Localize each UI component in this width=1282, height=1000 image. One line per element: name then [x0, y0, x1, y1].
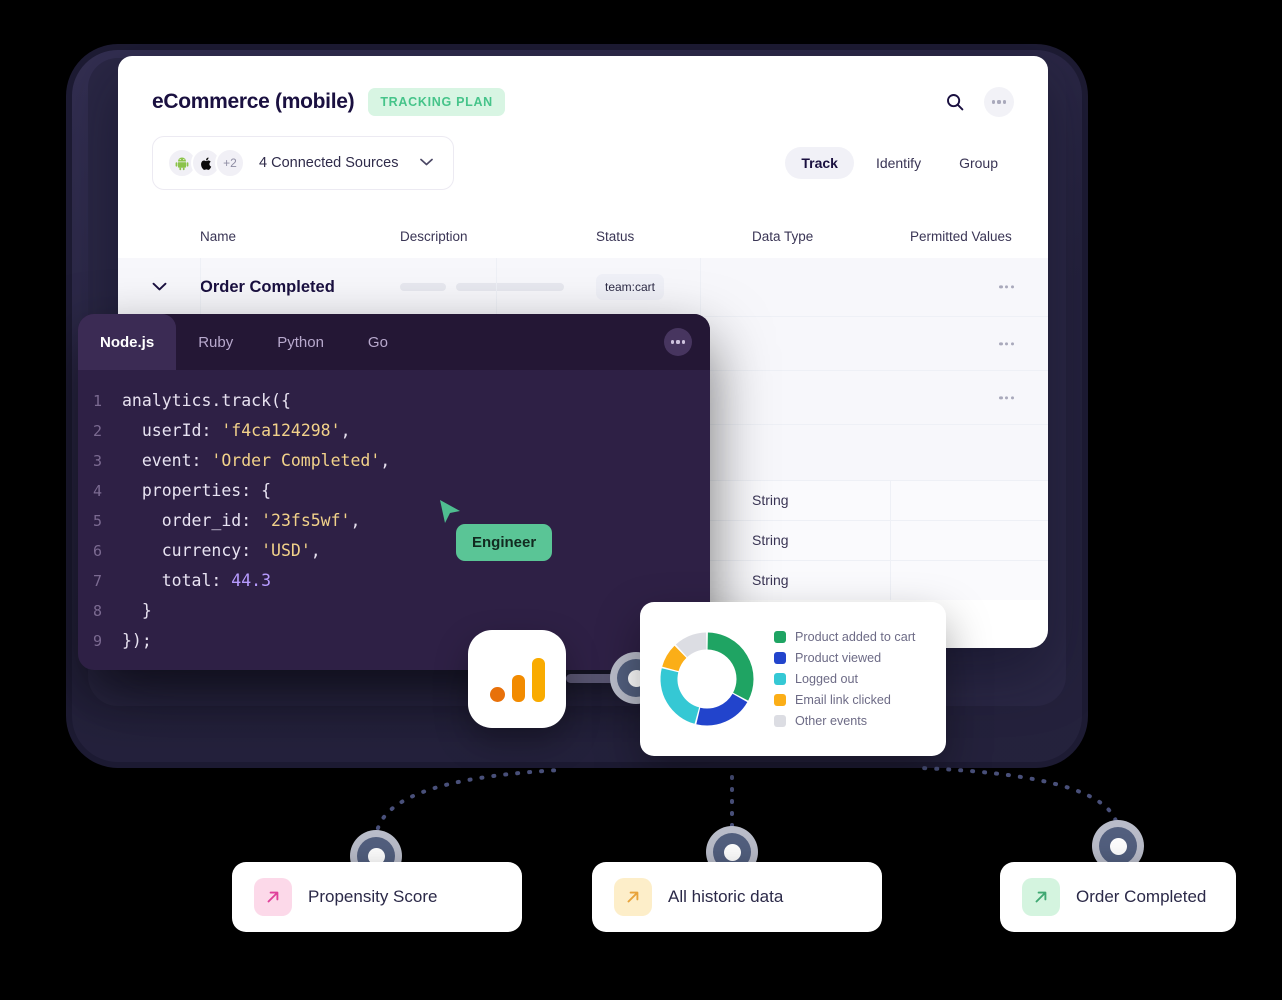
- column-status: Status: [596, 229, 635, 244]
- description-placeholder: [400, 278, 596, 296]
- source-avatars: +2: [167, 148, 245, 178]
- data-type-value: String: [752, 531, 789, 548]
- row-menu-icon[interactable]: [999, 285, 1014, 289]
- more-horizontal-icon[interactable]: [984, 87, 1014, 117]
- connected-sources-selector[interactable]: +2 4 Connected Sources: [152, 136, 455, 190]
- legend-label: Logged out: [795, 672, 859, 686]
- connected-sources-label: 4 Connected Sources: [259, 155, 399, 171]
- sources-row: +2 4 Connected Sources Track Identify Gr…: [118, 122, 1048, 190]
- google-analytics-icon: [468, 630, 566, 728]
- bottom-card-propensity-score[interactable]: Propensity Score: [232, 862, 522, 932]
- bottom-card-label: Propensity Score: [308, 887, 438, 906]
- column-permitted-values: Permitted Values: [910, 229, 1012, 244]
- tab-ruby[interactable]: Ruby: [176, 314, 255, 370]
- more-horizontal-icon[interactable]: [664, 328, 692, 356]
- table-header: Name Description Status Data Type Permit…: [118, 216, 1048, 258]
- legend-swatch: [774, 694, 786, 706]
- legend-swatch: [774, 715, 786, 727]
- line-number: 9: [92, 632, 102, 650]
- column-description: Description: [400, 229, 468, 244]
- column-data-type: Data Type: [752, 229, 814, 244]
- tab-nodejs[interactable]: Node.js: [78, 314, 177, 370]
- events-breakdown-chart: Product added to cart Product viewed Log…: [640, 602, 946, 756]
- event-type-tabs: Track Identify Group: [785, 147, 1014, 179]
- chart-legend: Product added to cart Product viewed Log…: [774, 630, 915, 728]
- donut-chart: [658, 630, 756, 728]
- code-snippet-panel: Node.js Ruby Python Go 1 analytics.track(…: [78, 314, 710, 670]
- line-number: 4: [92, 482, 102, 500]
- tab-identify[interactable]: Identify: [860, 147, 937, 179]
- event-name: Order Completed: [200, 277, 335, 296]
- arrow-up-right-icon: [1022, 878, 1060, 916]
- legend-label: Product added to cart: [795, 630, 916, 644]
- code-body[interactable]: 1 analytics.track({ 2 userId: 'f4ca124298…: [78, 370, 710, 656]
- cursor-label: Engineer: [456, 524, 553, 561]
- legend-item: Logged out: [774, 672, 915, 686]
- legend-item: Product added to cart: [774, 630, 915, 644]
- bottom-card-label: All historic data: [668, 887, 784, 906]
- tab-go[interactable]: Go: [346, 314, 410, 370]
- page-title: eCommerce (mobile): [152, 90, 355, 113]
- row-menu-icon[interactable]: [999, 395, 1014, 400]
- avatar-overflow-count: +2: [215, 148, 245, 178]
- line-number: 2: [92, 422, 102, 440]
- legend-swatch: [774, 631, 786, 643]
- app-header: eCommerce (mobile) TRACKING PLAN: [118, 56, 1048, 122]
- cursor-pointer-icon: [440, 500, 460, 523]
- header-actions: [940, 87, 1014, 117]
- data-type-value: String: [752, 571, 789, 588]
- column-name: Name: [200, 229, 237, 244]
- row-expand-toggle[interactable]: [152, 278, 200, 296]
- legend-item: Product viewed: [774, 651, 915, 665]
- line-number: 6: [92, 542, 102, 560]
- tab-python[interactable]: Python: [255, 314, 346, 370]
- legend-label: Product viewed: [795, 651, 882, 665]
- status-badge: TRACKING PLAN: [368, 88, 505, 116]
- legend-item: Other events: [774, 714, 915, 728]
- legend-swatch: [774, 673, 786, 685]
- line-number: 3: [92, 452, 102, 470]
- legend-label: Email link clicked: [795, 693, 891, 707]
- tab-group[interactable]: Group: [943, 147, 1014, 179]
- bottom-card-label: Order Completed: [1076, 887, 1207, 906]
- legend-swatch: [774, 652, 786, 664]
- tab-track[interactable]: Track: [785, 147, 854, 179]
- legend-item: Email link clicked: [774, 693, 915, 707]
- table-row[interactable]: Order Completed team:cart: [118, 258, 1048, 316]
- line-number: 5: [92, 512, 102, 530]
- search-icon[interactable]: [940, 87, 970, 117]
- scene: eCommerce (mobile) TRACKING PLAN +2 4 Co…: [0, 0, 1282, 1000]
- donut-segment: [675, 632, 707, 658]
- bottom-card-order-completed[interactable]: Order Completed: [1000, 862, 1236, 932]
- chevron-down-icon: [420, 157, 434, 169]
- arrow-up-right-icon: [254, 878, 292, 916]
- line-number: 1: [92, 392, 102, 410]
- row-menu-icon[interactable]: [999, 341, 1014, 346]
- line-number: 8: [92, 602, 102, 620]
- arrow-up-right-icon: [614, 878, 652, 916]
- code-language-tabs: Node.js Ruby Python Go: [78, 314, 710, 370]
- legend-label: Other events: [795, 714, 868, 728]
- status-tag: team:cart: [596, 274, 665, 300]
- bottom-card-all-historic-data[interactable]: All historic data: [592, 862, 882, 932]
- line-number: 7: [92, 572, 102, 590]
- data-type-value: String: [752, 491, 789, 508]
- donut-hole: [681, 653, 733, 705]
- donut-segment: [662, 645, 687, 672]
